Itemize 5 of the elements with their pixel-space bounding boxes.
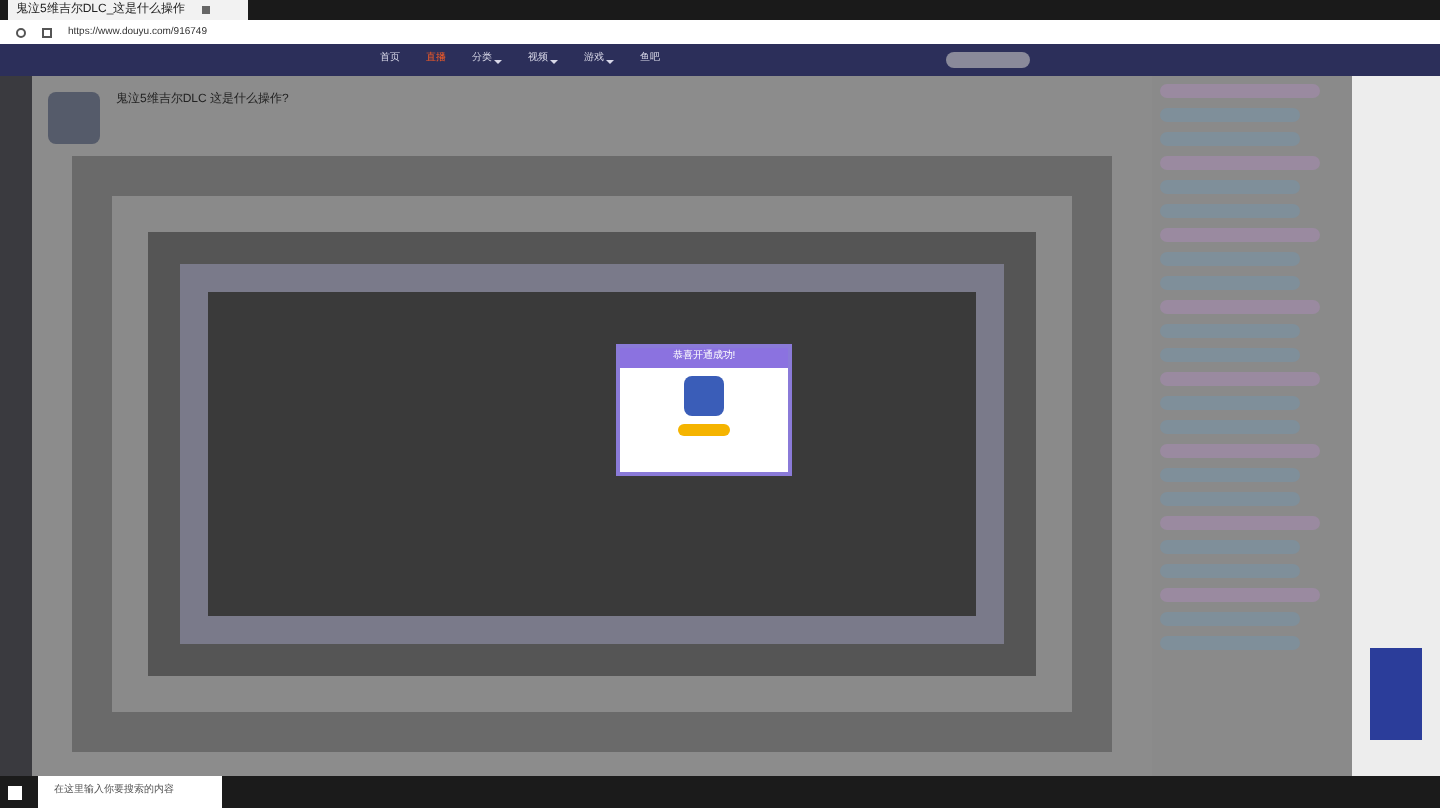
- search-field[interactable]: [946, 52, 1030, 68]
- ad-placeholder: [1370, 648, 1422, 740]
- start-icon[interactable]: [8, 785, 22, 799]
- avatar-placeholder: [48, 92, 100, 144]
- refresh-icon[interactable]: [16, 27, 26, 37]
